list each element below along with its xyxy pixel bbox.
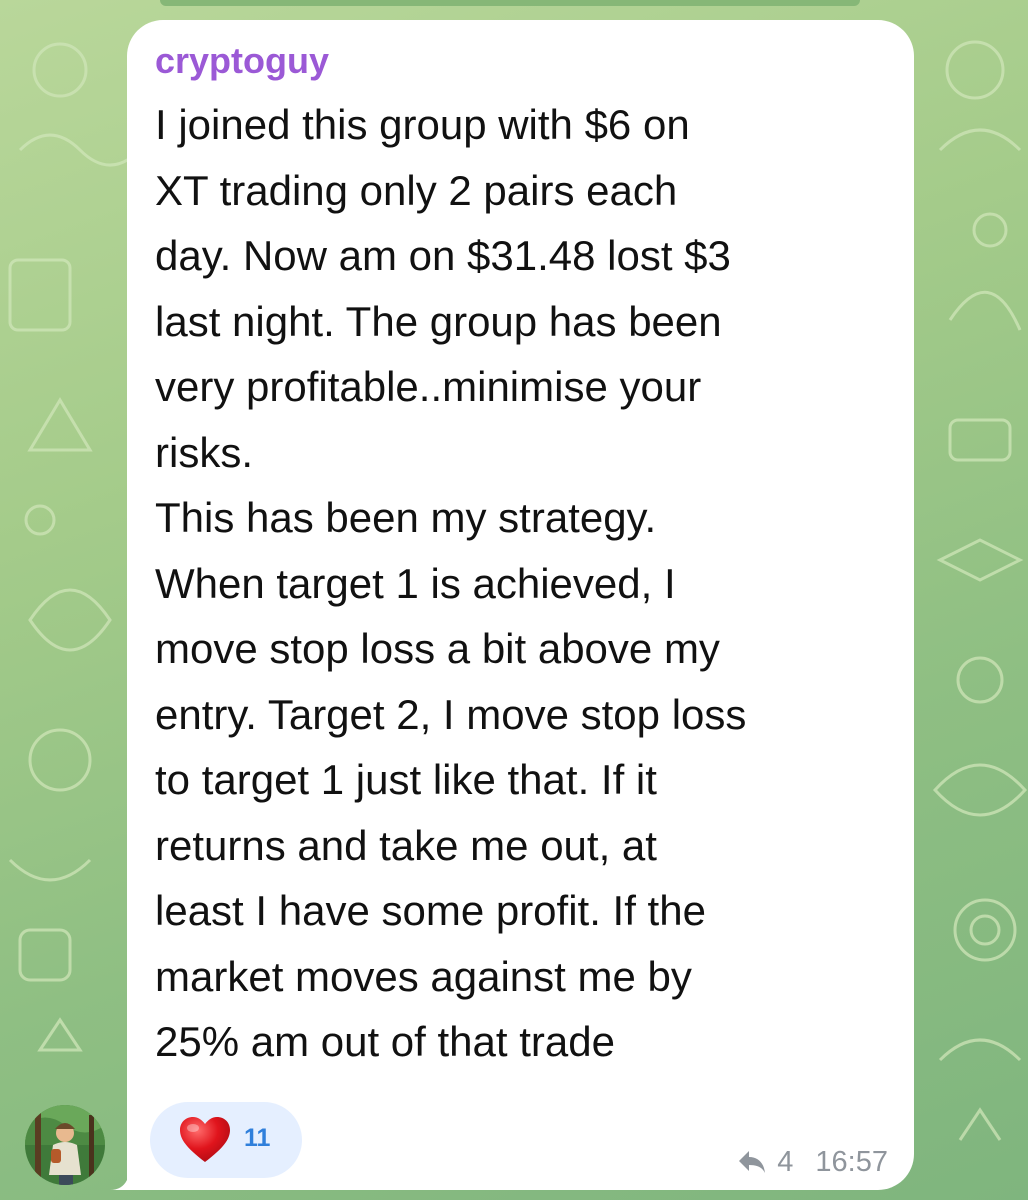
message-line: I joined this group with $6 on (155, 101, 690, 148)
reply-count[interactable]: 4 (777, 1146, 793, 1179)
message-line: market moves against me by (155, 952, 692, 1000)
message-line: This has been my strategy. (155, 494, 657, 541)
message-line: When target 1 is achieved, I (155, 559, 676, 607)
heart-icon (180, 1117, 230, 1162)
message-line: returns and take me out, at (155, 821, 657, 869)
message-line: move stop loss a bit above my (155, 625, 720, 672)
avatar[interactable] (25, 1105, 105, 1185)
avatar-image (25, 1105, 105, 1185)
message-text: I joined this group with $6 on XT tradin… (155, 92, 900, 1075)
message-line: least I have some profit. If the (155, 887, 706, 934)
sender-name[interactable]: cryptoguy (155, 40, 329, 82)
message-line: XT trading only 2 pairs each (155, 166, 678, 214)
message-line: 25% am out of that trade (155, 1018, 615, 1065)
reply-arrow-icon[interactable] (737, 1149, 767, 1175)
heart-reaction-button[interactable]: 11 (150, 1102, 302, 1178)
message-line: risks. (155, 428, 253, 476)
message-line: entry. Target 2, I move stop loss (155, 690, 747, 738)
message-line: day. Now am on $31.48 lost $3 (155, 232, 731, 279)
message-line: very profitable..minimise your (155, 363, 702, 410)
reaction-count: 11 (244, 1124, 271, 1152)
message-time: 16:57 (815, 1145, 888, 1178)
message-meta: 4 16:57 (737, 1144, 888, 1180)
previous-message-edge (160, 0, 860, 6)
message-bubble[interactable]: cryptoguy I joined this group with $6 on… (127, 20, 914, 1190)
message-line: last night. The group has been (155, 297, 722, 345)
message-line: to target 1 just like that. If it (155, 756, 657, 803)
